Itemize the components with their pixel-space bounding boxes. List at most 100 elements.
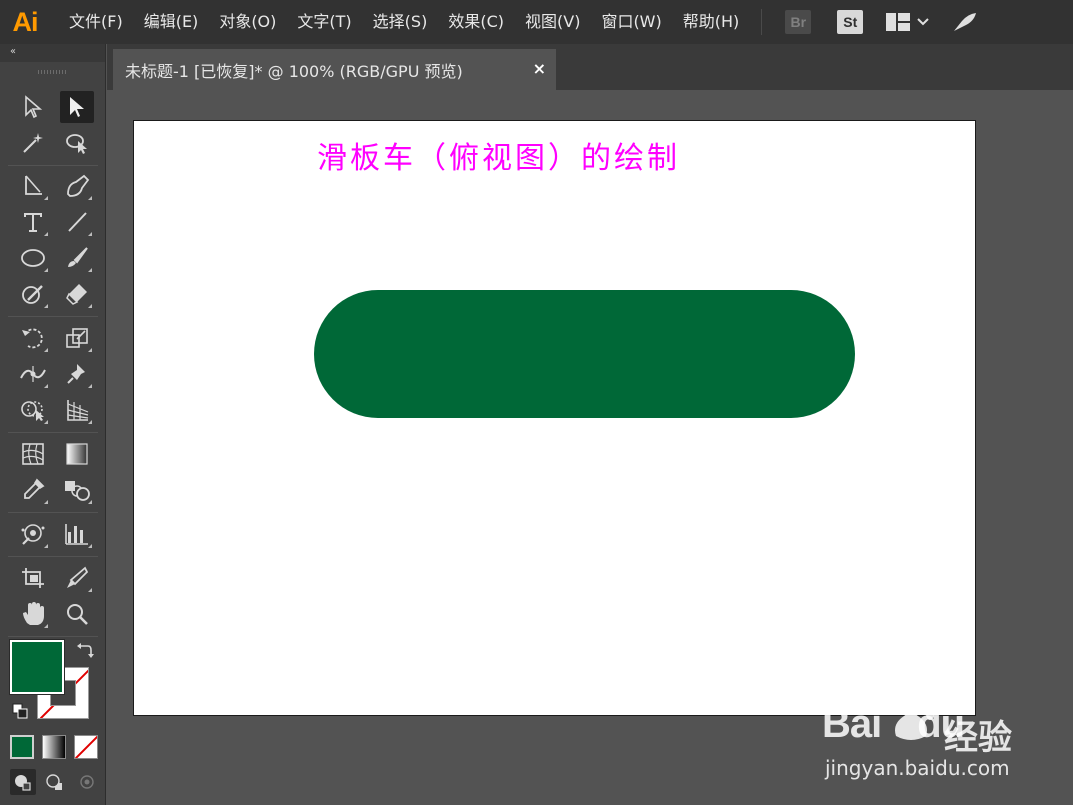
artboard-tool[interactable] (16, 562, 50, 594)
close-tab-icon[interactable]: × (533, 59, 546, 78)
anchor-angle-icon (25, 175, 42, 195)
draw-behind-icon (46, 774, 62, 790)
fill-swatch[interactable] (10, 640, 64, 694)
lasso-icon (66, 134, 87, 154)
color-mode-button[interactable] (10, 735, 34, 759)
column-graph-tool[interactable] (60, 518, 94, 550)
menu-file[interactable]: 文件(F) (60, 0, 135, 44)
mesh-tool[interactable] (16, 438, 50, 470)
baidu-url-text: jingyan.baidu.com (825, 756, 1010, 780)
none-mode-button[interactable] (74, 735, 98, 759)
selection-arrow-icon (25, 95, 43, 119)
selection-tool[interactable] (16, 91, 50, 123)
menu-help[interactable]: 帮助(H) (674, 0, 752, 44)
baidu-jingyan-text: 经验 (944, 718, 1012, 758)
menu-object[interactable]: 对象(O) (210, 0, 288, 44)
magnifier-icon (67, 604, 88, 625)
draw-inside-icon (80, 775, 94, 789)
line-tool[interactable] (60, 206, 94, 238)
pen-tool[interactable] (60, 170, 94, 202)
lasso-tool[interactable] (60, 127, 94, 159)
slice-tool[interactable] (60, 562, 94, 594)
eraser-icon (66, 284, 87, 305)
type-tool[interactable] (16, 206, 50, 238)
draw-inside-button[interactable] (74, 769, 100, 795)
menu-view[interactable]: 视图(V) (516, 0, 592, 44)
magic-wand-icon (23, 133, 43, 153)
illustrator-logo: Ai (12, 6, 39, 37)
hand-tool[interactable] (16, 598, 50, 630)
feather-icon[interactable] (952, 11, 978, 33)
eyedropper-tool[interactable] (16, 474, 50, 506)
paintbrush-icon (68, 247, 88, 267)
artboard[interactable]: 滑板车（俯视图）的绘制 (133, 120, 976, 716)
gradient-icon (66, 443, 88, 465)
puppet-warp-tool[interactable] (60, 358, 94, 390)
menu-effect[interactable]: 效果(C) (439, 0, 516, 44)
magic-wand-tool[interactable] (16, 127, 50, 159)
paintbrush-tool[interactable] (60, 242, 94, 274)
zoom-tool[interactable] (60, 598, 94, 630)
direct-selection-tool[interactable] (60, 91, 94, 123)
symbol-sprayer-icon (21, 524, 45, 545)
tool-separator (8, 165, 98, 166)
scale-icon (66, 328, 88, 348)
document-tab[interactable]: 未标题-1 [已恢复]* @ 100% (RGB/GPU 预览) × (113, 49, 556, 90)
curvature-tool[interactable] (16, 170, 50, 202)
gradient-mode-button[interactable] (42, 735, 66, 759)
baidu-watermark: Bai du 经验 jingyan.baidu.com (822, 688, 1022, 798)
artboard-title-text[interactable]: 滑板车（俯视图）的绘制 (317, 133, 680, 177)
blend-icon (65, 481, 90, 501)
menu-select[interactable]: 选择(S) (364, 0, 440, 44)
stock-button[interactable]: St (837, 10, 864, 34)
tools-panel: ‹‹ (0, 44, 106, 805)
gradient-tool[interactable] (60, 438, 94, 470)
draw-mode-row (10, 769, 100, 795)
tools-panel-header: ‹‹ (0, 44, 105, 62)
chevron-down-icon (917, 18, 929, 26)
tool-separator (8, 556, 98, 557)
draw-normal-icon (15, 775, 31, 791)
collapse-icon[interactable]: ‹‹ (10, 46, 16, 57)
ellipse-tool[interactable] (16, 242, 50, 274)
tool-separator (8, 636, 98, 637)
menu-type[interactable]: 文字(T) (288, 0, 363, 44)
shape-builder-tool[interactable] (16, 394, 50, 426)
pushpin-icon (67, 364, 85, 384)
bar-graph-icon (65, 524, 88, 545)
menu-edit[interactable]: 编辑(E) (135, 0, 211, 44)
menu-window[interactable]: 窗口(W) (592, 0, 673, 44)
shape-builder-icon (21, 401, 44, 421)
swap-fill-stroke-icon[interactable] (76, 642, 94, 660)
scale-tool[interactable] (60, 322, 94, 354)
draw-normal-button[interactable] (10, 769, 36, 795)
workspace-grid-icon (886, 13, 911, 31)
panel-grip[interactable] (38, 70, 68, 74)
rotate-tool[interactable] (16, 322, 50, 354)
pen-icon (67, 174, 90, 197)
workspace-switcher[interactable] (886, 13, 930, 31)
shaper-tool[interactable] (16, 278, 50, 310)
perspective-grid-tool[interactable] (60, 394, 94, 426)
tool-separator (8, 512, 98, 513)
mesh-icon (22, 443, 44, 465)
symbol-sprayer-tool[interactable] (16, 518, 50, 550)
shaper-icon (22, 285, 43, 304)
skateboard-deck-shape[interactable] (314, 290, 855, 418)
blend-tool[interactable] (60, 474, 94, 506)
eraser-tool[interactable] (60, 278, 94, 310)
ellipse-icon (21, 249, 45, 267)
width-icon (20, 366, 46, 382)
type-t-icon (24, 213, 42, 232)
slice-knife-icon (67, 566, 89, 588)
hand-icon (23, 602, 44, 625)
draw-behind-button[interactable] (42, 769, 68, 795)
eyedropper-icon (24, 478, 45, 499)
bridge-button[interactable]: Br (785, 10, 812, 34)
direct-selection-arrow-icon (70, 97, 84, 117)
fill-stroke-widget (10, 640, 100, 730)
width-tool[interactable] (16, 358, 50, 390)
document-tab-title: 未标题-1 [已恢复]* @ 100% (RGB/GPU 预览) (125, 61, 463, 81)
line-segment-icon (68, 212, 87, 232)
default-fill-stroke-icon[interactable] (12, 703, 28, 719)
